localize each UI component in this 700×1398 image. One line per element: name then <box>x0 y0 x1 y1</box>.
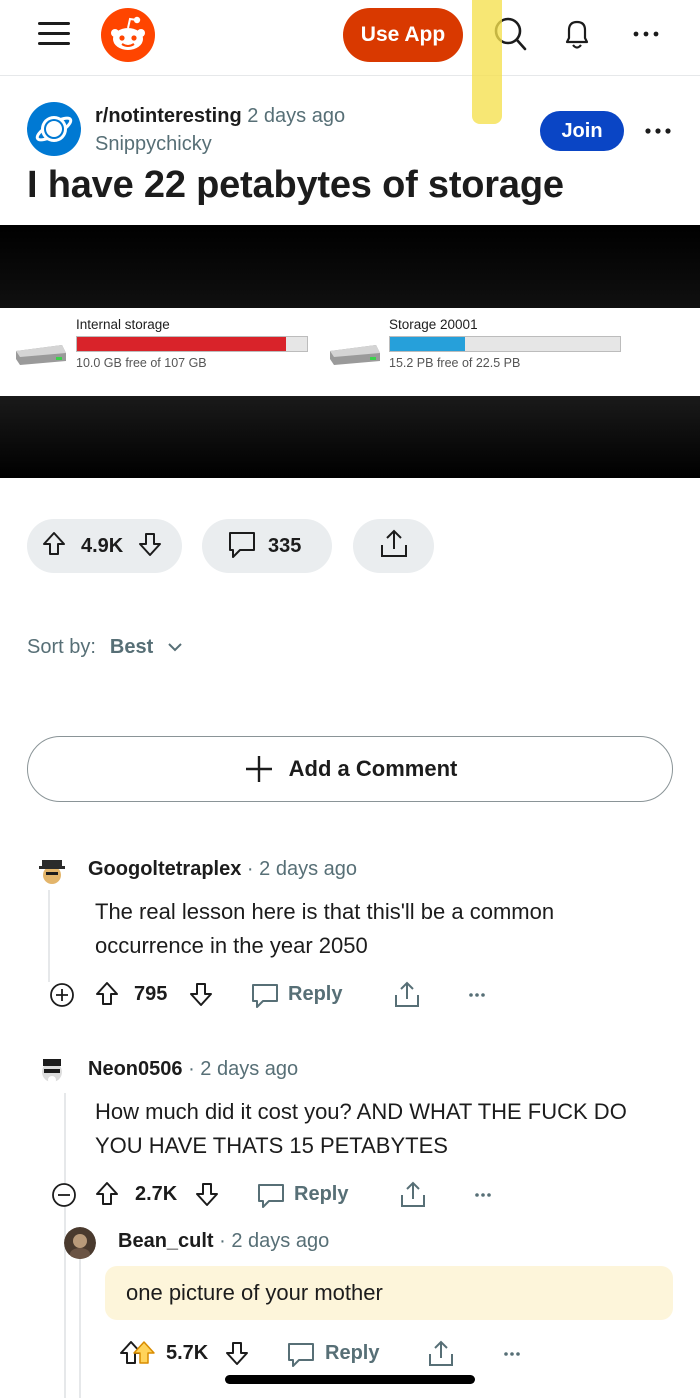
avatar[interactable] <box>64 1227 96 1259</box>
comment-time: 2 days ago <box>231 1230 330 1252</box>
comment-more-icon[interactable] <box>462 979 492 1016</box>
share-icon[interactable] <box>392 979 422 1016</box>
comment-body: one picture of your mother <box>126 1280 383 1305</box>
thread-line[interactable] <box>48 890 50 982</box>
comments-button[interactable]: 335 <box>202 519 332 573</box>
comment-count: 335 <box>268 534 302 557</box>
subreddit-avatar[interactable] <box>27 102 81 156</box>
use-app-button[interactable]: Use App <box>343 8 463 62</box>
sort-value[interactable]: Best <box>110 636 153 658</box>
comment-body-highlight: one picture of your mother <box>105 1266 673 1320</box>
yellow-highlight-mark <box>472 0 502 124</box>
downvote-icon[interactable] <box>188 979 214 1014</box>
comment-meta: Neon0506 · 2 days ago <box>88 1058 299 1080</box>
post-image[interactable]: Internal storage 10.0 GB free of 107 GB … <box>0 225 700 478</box>
reply-icon[interactable] <box>256 1179 286 1216</box>
upvote-icon[interactable] <box>41 530 67 563</box>
top-bar: Use App <box>0 0 700 76</box>
image-dark-bottom <box>0 396 700 478</box>
home-indicator <box>225 1375 475 1384</box>
vote-pill: 4.9K <box>27 519 182 573</box>
image-dark-top <box>0 225 700 308</box>
comment-vote-count: 795 <box>134 983 168 1005</box>
storage-bar-fill <box>390 337 465 351</box>
downvote-icon[interactable] <box>137 530 163 563</box>
upvote-icon[interactable] <box>94 1179 120 1214</box>
reddit-logo-icon[interactable] <box>101 8 155 62</box>
comment-meta: Googoltetraplex · 2 days ago <box>88 858 357 880</box>
drive-icon <box>330 345 380 365</box>
post-time: 2 days ago <box>247 105 346 127</box>
reply-button[interactable]: Reply <box>288 983 342 1006</box>
comment-body: The real lesson here is that this'll be … <box>95 899 555 958</box>
drive-free-text: 10.0 GB free of 107 GB <box>76 356 207 370</box>
share-icon[interactable] <box>398 1179 428 1216</box>
comment-more-icon[interactable] <box>497 1338 527 1375</box>
post-author[interactable]: Snippychicky <box>95 133 212 156</box>
reply-button[interactable]: Reply <box>325 1342 379 1365</box>
post-title: I have 22 petabytes of storage <box>27 164 564 206</box>
comment-actions: 795 Reply <box>48 979 668 1013</box>
comment-time: 2 days ago <box>259 858 357 880</box>
vote-count: 4.9K <box>81 534 124 557</box>
reply-icon[interactable] <box>286 1338 316 1375</box>
more-options-icon[interactable] <box>626 14 666 54</box>
share-icon[interactable] <box>426 1338 456 1375</box>
comment-vote-count: 2.7K <box>135 1183 178 1205</box>
thread-line[interactable] <box>79 1258 81 1398</box>
comment-username[interactable]: Googoltetraplex <box>88 858 241 880</box>
comment-username[interactable]: Neon0506 <box>88 1058 183 1080</box>
comment-actions: 5.7K Reply <box>118 1338 678 1372</box>
comment-actions: 2.7K Reply <box>48 1179 668 1213</box>
notification-bell-icon[interactable] <box>557 14 597 54</box>
avatar[interactable] <box>36 1054 68 1086</box>
menu-icon[interactable] <box>38 20 70 48</box>
drive-label: Storage 20001 <box>389 317 478 332</box>
drive-label: Internal storage <box>76 317 170 332</box>
storage-bar-fill <box>77 337 286 351</box>
comment-meta: Bean_cult · 2 days ago <box>118 1230 330 1252</box>
share-button[interactable] <box>353 519 434 573</box>
comment-bubble-icon <box>226 528 258 565</box>
post-meta: r/notinteresting 2 days ago <box>95 105 345 128</box>
storage-panel: Internal storage 10.0 GB free of 107 GB … <box>0 308 700 396</box>
drive-free-text: 15.2 PB free of 22.5 PB <box>389 356 521 370</box>
plus-icon <box>245 756 272 782</box>
upvote-icon[interactable] <box>94 979 120 1014</box>
comment-username[interactable]: Bean_cult <box>118 1230 214 1252</box>
drive-icon <box>16 345 66 365</box>
chevron-down-icon[interactable] <box>167 636 183 659</box>
comment-body: How much did it cost you? AND WHAT THE F… <box>95 1099 627 1158</box>
sort-control[interactable]: Sort by: Best <box>27 636 183 659</box>
upvote-icon[interactable] <box>118 1338 160 1373</box>
reply-icon[interactable] <box>250 979 280 1016</box>
join-button[interactable]: Join <box>540 111 624 151</box>
comment-more-icon[interactable] <box>468 1179 498 1216</box>
avatar[interactable] <box>36 855 68 887</box>
expand-thread-icon[interactable] <box>48 979 76 1016</box>
share-icon <box>377 527 411 566</box>
downvote-icon[interactable] <box>224 1338 250 1373</box>
subreddit-name[interactable]: r/notinteresting <box>95 105 242 127</box>
comment-time: 2 days ago <box>200 1058 299 1080</box>
reply-button[interactable]: Reply <box>294 1183 348 1206</box>
add-comment-label: Add a Comment <box>288 756 458 781</box>
comment-vote-count: 5.7K <box>166 1342 209 1364</box>
storage-bar <box>76 336 308 352</box>
post-more-icon[interactable] <box>640 118 676 144</box>
sort-label: Sort by: <box>27 636 96 658</box>
collapse-thread-icon[interactable] <box>50 1179 78 1216</box>
downvote-icon[interactable] <box>194 1179 220 1214</box>
add-comment-button[interactable]: Add a Comment <box>27 736 673 802</box>
storage-bar <box>389 336 621 352</box>
